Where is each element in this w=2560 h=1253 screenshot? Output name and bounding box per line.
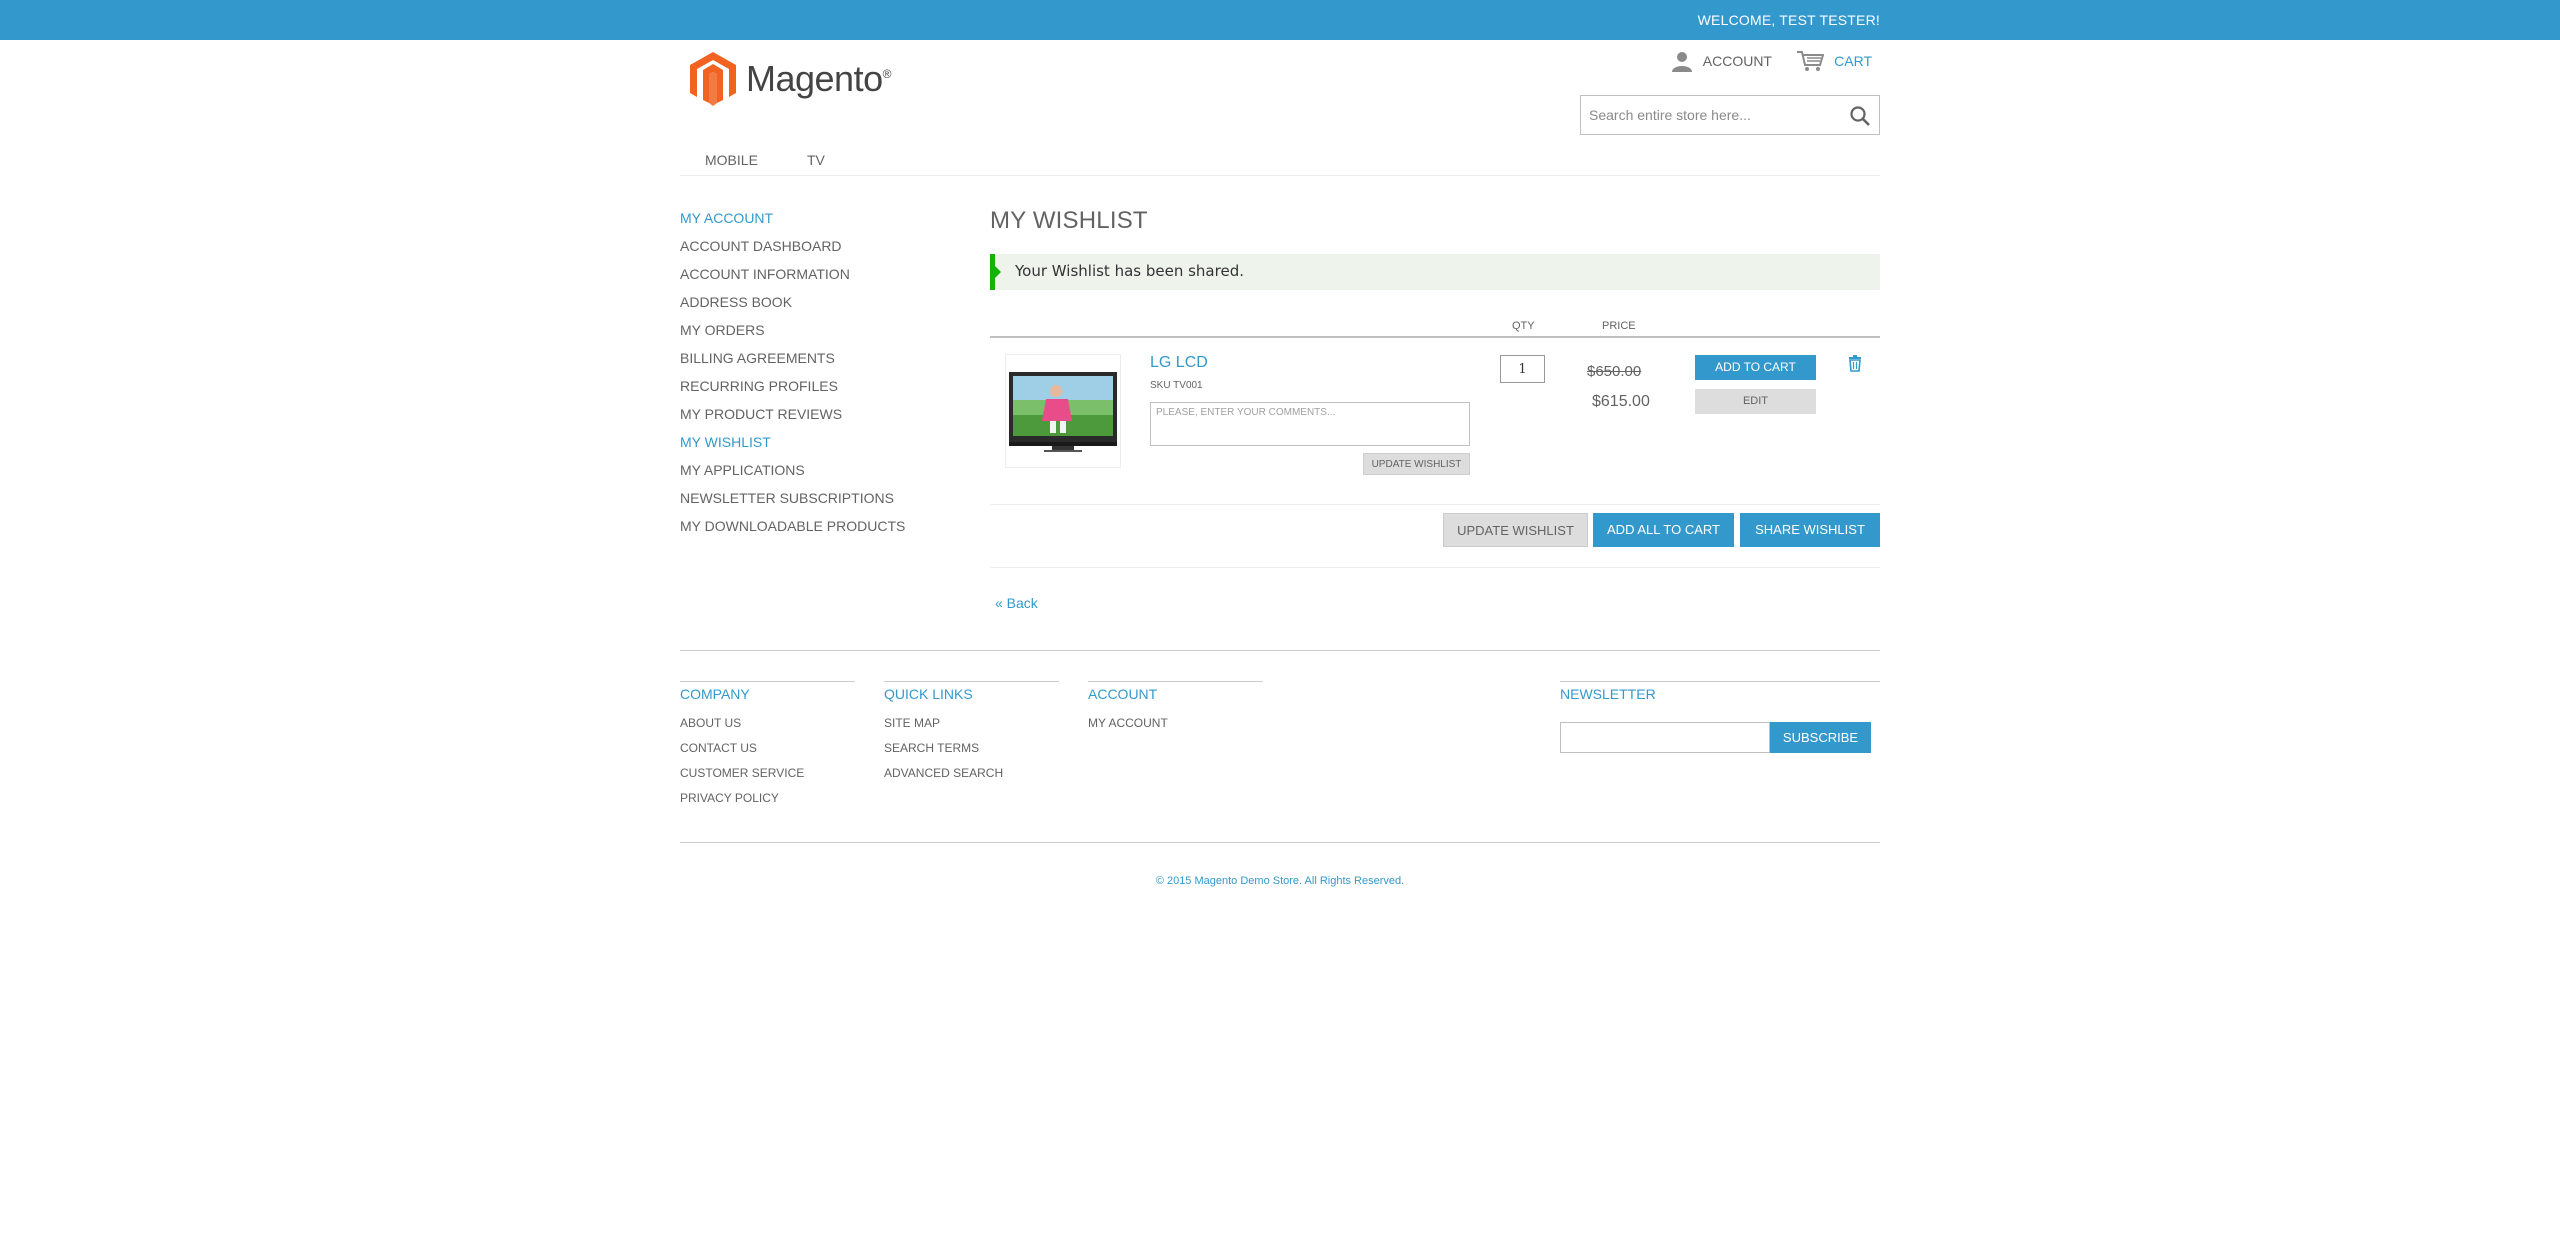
main-nav: MOBILE TV [680,150,1880,176]
footer-link-about-us[interactable]: ABOUT US [680,716,855,741]
comment-field[interactable] [1150,402,1470,446]
magento-logo-icon [690,52,736,106]
wishlist-item-row: LG LCD SKU TV001 UPDATE WISHLIST $650.00… [990,340,1880,505]
add-to-cart-button[interactable]: ADD TO CART [1695,355,1816,380]
footer-link-advanced-search[interactable]: ADVANCED SEARCH [884,766,1059,791]
footer-link-my-account[interactable]: MY ACCOUNT [1088,716,1263,741]
account-link[interactable]: ACCOUNT [1671,50,1772,72]
logo-text: Magento® [746,58,891,99]
sidebar-item-billing-agreements[interactable]: BILLING AGREEMENTS [680,350,940,378]
wishlist-main: MY WISHLIST Your Wishlist has been share… [990,200,1880,611]
wishlist-table-header: QTY PRICE [990,320,1880,338]
special-price: $615.00 [1592,393,1650,410]
sidebar-item-account-information[interactable]: ACCOUNT INFORMATION [680,266,940,294]
sidebar-item-address-book[interactable]: ADDRESS BOOK [680,294,940,322]
update-wishlist-button[interactable]: UPDATE WISHLIST [1443,513,1588,547]
footer-quick-links: QUICK LINKS SITE MAP SEARCH TERMS ADVANC… [884,681,1059,791]
footer: COMPANY ABOUT US CONTACT US CUSTOMER SER… [680,650,1880,805]
cart-label: CART [1834,53,1872,69]
add-all-to-cart-button[interactable]: ADD ALL TO CART [1593,513,1734,547]
footer-link-privacy-policy[interactable]: PRIVACY POLICY [680,791,855,816]
footer-account-title: ACCOUNT [1088,686,1158,702]
footer-company: COMPANY ABOUT US CONTACT US CUSTOMER SER… [680,681,855,816]
subscribe-button[interactable]: SUBSCRIBE [1770,722,1871,753]
sidebar-item-account-dashboard[interactable]: ACCOUNT DASHBOARD [680,238,940,266]
search-input[interactable] [1581,96,1831,134]
footer-link-customer-service[interactable]: CUSTOMER SERVICE [680,766,855,791]
footer-bottom: © 2015 Magento Demo Store. All Rights Re… [680,842,1880,887]
nav-item-mobile[interactable]: MOBILE [705,152,758,168]
user-icon [1671,52,1692,72]
footer-account: ACCOUNT MY ACCOUNT [1088,681,1263,741]
search-icon[interactable] [1849,105,1871,127]
top-bar: WELCOME, TEST TESTER! [0,0,2560,40]
footer-newsletter: NEWSLETTER SUBSCRIBE [1560,681,1880,753]
success-message: Your Wishlist has been shared. [990,254,1880,290]
product-sku: SKU TV001 [1150,380,1203,391]
newsletter-email-input[interactable] [1560,722,1770,753]
sidebar-item-my-product-reviews[interactable]: MY PRODUCT REVIEWS [680,406,940,434]
old-price: $650.00 [1587,363,1642,380]
column-qty: QTY [1512,320,1535,332]
column-price: PRICE [1602,320,1636,332]
sidebar-item-newsletter-subscriptions[interactable]: NEWSLETTER SUBSCRIPTIONS [680,490,940,518]
welcome-message: WELCOME, TEST TESTER! [1697,12,1880,28]
edit-item-button[interactable]: EDIT [1695,389,1816,414]
footer-link-site-map[interactable]: SITE MAP [884,716,1059,741]
nav-item-tv[interactable]: TV [807,152,825,168]
update-item-button[interactable]: UPDATE WISHLIST [1363,453,1470,475]
sidebar-title: MY ACCOUNT [680,210,774,226]
footer-newsletter-title: NEWSLETTER [1560,686,1656,702]
sidebar-item-my-downloadable-products[interactable]: MY DOWNLOADABLE PRODUCTS [680,518,940,546]
page-title: MY WISHLIST [990,207,1148,234]
footer-link-search-terms[interactable]: SEARCH TERMS [884,741,1059,766]
trash-icon[interactable] [1847,354,1863,372]
share-wishlist-button[interactable]: SHARE WISHLIST [1740,513,1880,547]
back-link[interactable]: « Back [995,595,1038,611]
account-sidebar: MY ACCOUNT ACCOUNT DASHBOARD ACCOUNT INF… [680,210,940,546]
product-thumbnail[interactable] [1005,354,1121,468]
tv-product-image [1009,372,1117,452]
sidebar-item-my-applications[interactable]: MY APPLICATIONS [680,462,940,490]
product-name-link[interactable]: LG LCD [1150,354,1208,372]
logo[interactable]: Magento® [688,50,891,108]
wishlist-actions: UPDATE WISHLIST ADD ALL TO CART SHARE WI… [990,513,1880,568]
copyright: © 2015 Magento Demo Store. All Rights Re… [1155,875,1405,887]
qty-input[interactable] [1500,355,1545,383]
footer-company-title: COMPANY [680,686,750,702]
account-label: ACCOUNT [1702,53,1772,69]
footer-quick-links-title: QUICK LINKS [884,686,973,702]
sidebar-item-recurring-profiles[interactable]: RECURRING PROFILES [680,378,940,406]
sidebar-item-my-wishlist: MY WISHLIST [680,434,771,450]
search-form [1580,95,1880,135]
cart-link[interactable]: CART [1796,50,1872,72]
sidebar-item-my-orders[interactable]: MY ORDERS [680,322,940,350]
footer-link-contact-us[interactable]: CONTACT US [680,741,855,766]
cart-icon [1797,51,1825,71]
